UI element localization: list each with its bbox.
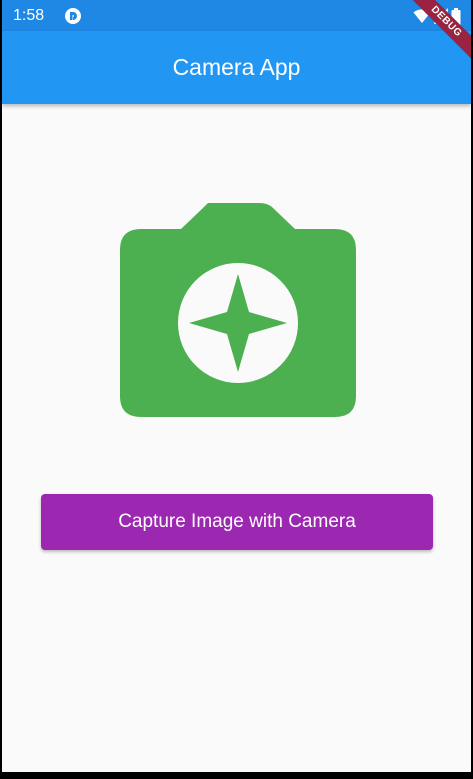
page-title: Camera App [172,54,301,80]
signal-icon [434,8,448,24]
status-time: 1:58 [13,7,45,24]
app-bar: Camera App [2,31,471,104]
status-bar: 1:58 [2,0,471,31]
app-notification-icon [65,8,81,24]
app-screen: 1:58 Camera App DEBUG Capture Image with… [2,0,471,772]
camera-icon [120,203,356,417]
wifi-icon [413,9,431,23]
capture-image-button[interactable]: Capture Image with Camera [41,494,433,550]
battery-icon [451,7,461,25]
status-icons [413,7,461,25]
bottom-edge [0,772,473,779]
